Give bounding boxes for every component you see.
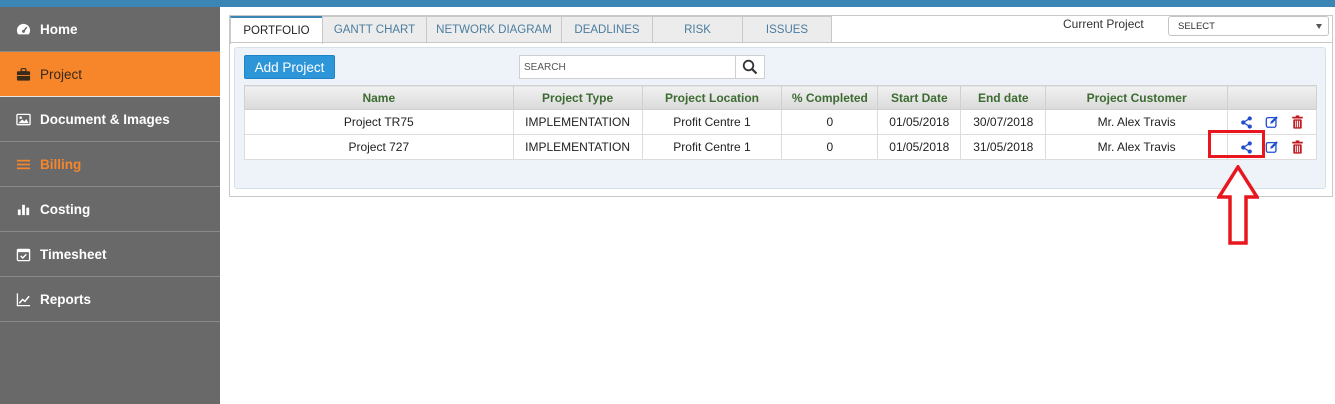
- cell-start-date: 01/05/2018: [877, 109, 962, 135]
- sidebar-item-label: Home: [40, 21, 78, 37]
- dashboard-icon: [15, 21, 31, 37]
- current-project-value: SELECT: [1178, 21, 1215, 32]
- line-chart-icon: [15, 291, 31, 307]
- tab-gantt-chart[interactable]: GANTT CHART: [322, 16, 427, 43]
- sidebar-item-timesheet[interactable]: Timesheet: [0, 232, 220, 277]
- top-bar: [0, 0, 1335, 7]
- cell-project-type: IMPLEMENTATION: [512, 134, 643, 160]
- sidebar-item-label: Project: [40, 66, 83, 82]
- column-header-end-date[interactable]: End date: [960, 85, 1047, 110]
- sidebar-item-label: Billing: [40, 156, 82, 172]
- column-header-percent-completed[interactable]: % Completed: [781, 85, 879, 110]
- search-button[interactable]: [735, 56, 764, 78]
- cell-project-customer: Mr. Alex Travis: [1045, 109, 1229, 135]
- cell-name: Project TR75: [244, 109, 514, 135]
- calendar-check-icon: [15, 246, 31, 262]
- current-project-label: Current Project: [1063, 17, 1144, 31]
- sidebar-item-documents[interactable]: Document & Images: [0, 97, 220, 142]
- project-table: Name Project Type Project Location % Com…: [244, 85, 1317, 160]
- cell-percent-completed: 0: [781, 109, 879, 135]
- annotation-arrow-up-icon: [1217, 165, 1259, 245]
- table-row: Project 727 IMPLEMENTATION Profit Centre…: [244, 134, 1317, 160]
- sidebar: Home Project Document & Images Billing C…: [0, 7, 220, 404]
- list-icon: [15, 156, 31, 172]
- portfolio-panel: PORTFOLIO GANTT CHART NETWORK DIAGRAM DE…: [229, 15, 1333, 197]
- tab-bar: PORTFOLIO GANTT CHART NETWORK DIAGRAM DE…: [230, 16, 832, 44]
- share-icon[interactable]: [1238, 113, 1256, 131]
- sidebar-item-project[interactable]: Project: [0, 52, 220, 97]
- search-box: [519, 55, 765, 79]
- briefcase-icon: [15, 66, 31, 82]
- sidebar-item-billing[interactable]: Billing: [0, 142, 220, 187]
- sidebar-item-label: Costing: [40, 201, 91, 217]
- search-icon: [742, 59, 758, 75]
- cell-project-location: Profit Centre 1: [641, 134, 783, 160]
- column-header-project-location[interactable]: Project Location: [641, 85, 783, 110]
- delete-icon[interactable]: [1288, 138, 1306, 156]
- current-project-select[interactable]: SELECT: [1168, 16, 1329, 36]
- cell-percent-completed: 0: [781, 134, 879, 160]
- sidebar-item-reports[interactable]: Reports: [0, 277, 220, 322]
- sidebar-item-label: Document & Images: [40, 111, 170, 127]
- edit-icon[interactable]: [1263, 113, 1281, 131]
- search-input[interactable]: [520, 56, 736, 78]
- cell-end-date: 31/05/2018: [960, 134, 1047, 160]
- tab-network-diagram[interactable]: NETWORK DIAGRAM: [426, 16, 562, 43]
- delete-icon[interactable]: [1288, 113, 1306, 131]
- tab-deadlines[interactable]: DEADLINES: [561, 16, 653, 43]
- tab-portfolio[interactable]: PORTFOLIO: [230, 16, 323, 44]
- cell-start-date: 01/05/2018: [877, 134, 962, 160]
- cell-name: Project 727: [244, 134, 514, 160]
- table-header-row: Name Project Type Project Location % Com…: [244, 85, 1317, 110]
- cell-project-type: IMPLEMENTATION: [512, 109, 643, 135]
- project-list-container: Add Project Name Project Type Project Lo…: [234, 47, 1326, 189]
- image-icon: [15, 111, 31, 127]
- tab-issues[interactable]: ISSUES: [742, 16, 832, 43]
- edit-icon[interactable]: [1263, 138, 1281, 156]
- sidebar-item-costing[interactable]: Costing: [0, 187, 220, 232]
- column-header-project-customer[interactable]: Project Customer: [1045, 85, 1229, 110]
- column-header-name[interactable]: Name: [244, 85, 514, 110]
- cell-end-date: 30/07/2018: [960, 109, 1047, 135]
- cell-project-customer: Mr. Alex Travis: [1045, 134, 1229, 160]
- column-header-project-type[interactable]: Project Type: [512, 85, 643, 110]
- tab-risk[interactable]: RISK: [652, 16, 743, 43]
- column-header-actions: [1227, 85, 1317, 110]
- sidebar-item-label: Timesheet: [40, 246, 107, 262]
- sidebar-item-label: Reports: [40, 291, 92, 307]
- table-row: Project TR75 IMPLEMENTATION Profit Centr…: [244, 109, 1317, 135]
- bar-chart-icon: [15, 201, 31, 217]
- chevron-down-icon: [1316, 24, 1322, 29]
- sidebar-item-home[interactable]: Home: [0, 7, 220, 52]
- annotation-highlight-box: [1208, 130, 1265, 158]
- column-header-start-date[interactable]: Start Date: [877, 85, 962, 110]
- add-project-button[interactable]: Add Project: [244, 55, 335, 79]
- cell-project-location: Profit Centre 1: [641, 109, 783, 135]
- tab-divider: [230, 42, 1332, 43]
